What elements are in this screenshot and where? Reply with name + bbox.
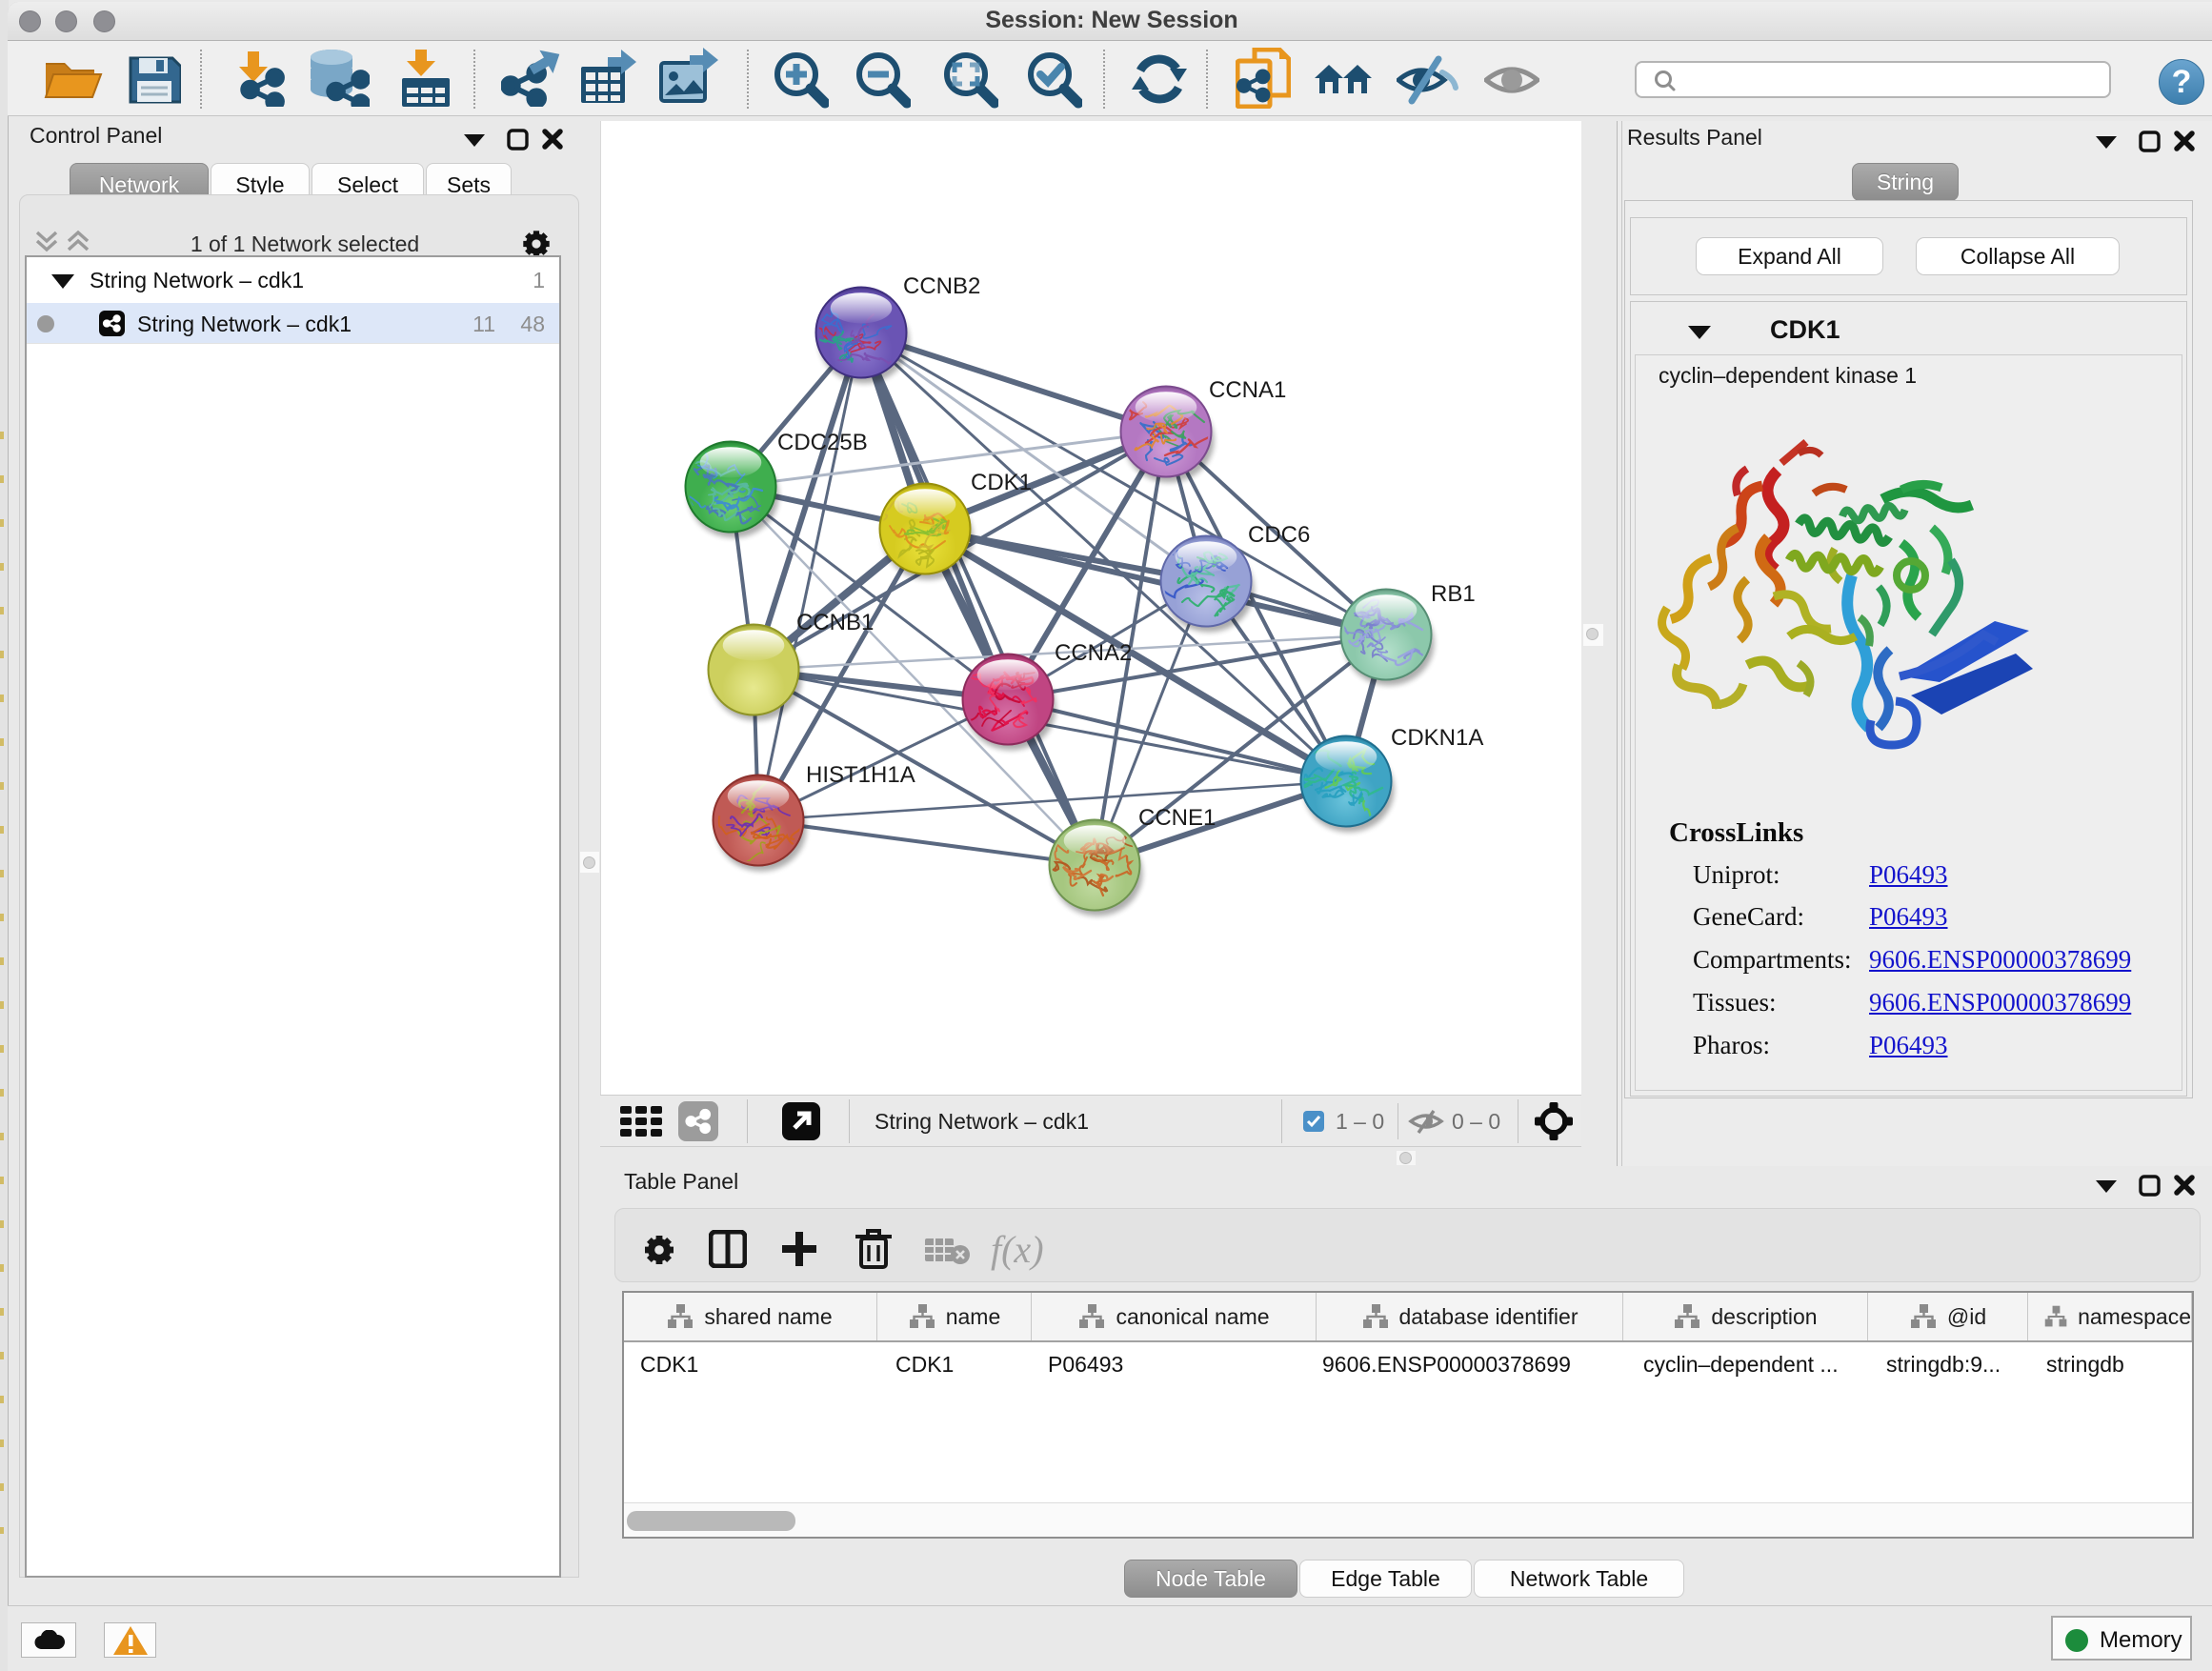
svg-text:CCNB2: CCNB2 (903, 273, 980, 299)
svg-text:CDKN1A: CDKN1A (1391, 725, 1483, 751)
svg-text:CDC6: CDC6 (1248, 522, 1310, 548)
svg-text:RB1: RB1 (1431, 581, 1476, 607)
svg-text:CDK1: CDK1 (971, 470, 1032, 495)
svg-text:CDC25B: CDC25B (777, 430, 868, 455)
svg-text:CCNB1: CCNB1 (796, 610, 874, 635)
svg-text:CCNE1: CCNE1 (1138, 805, 1216, 831)
svg-text:CCNA1: CCNA1 (1209, 377, 1286, 403)
svg-text:HIST1H1A: HIST1H1A (806, 762, 915, 788)
svg-text:CCNA2: CCNA2 (1055, 640, 1132, 666)
